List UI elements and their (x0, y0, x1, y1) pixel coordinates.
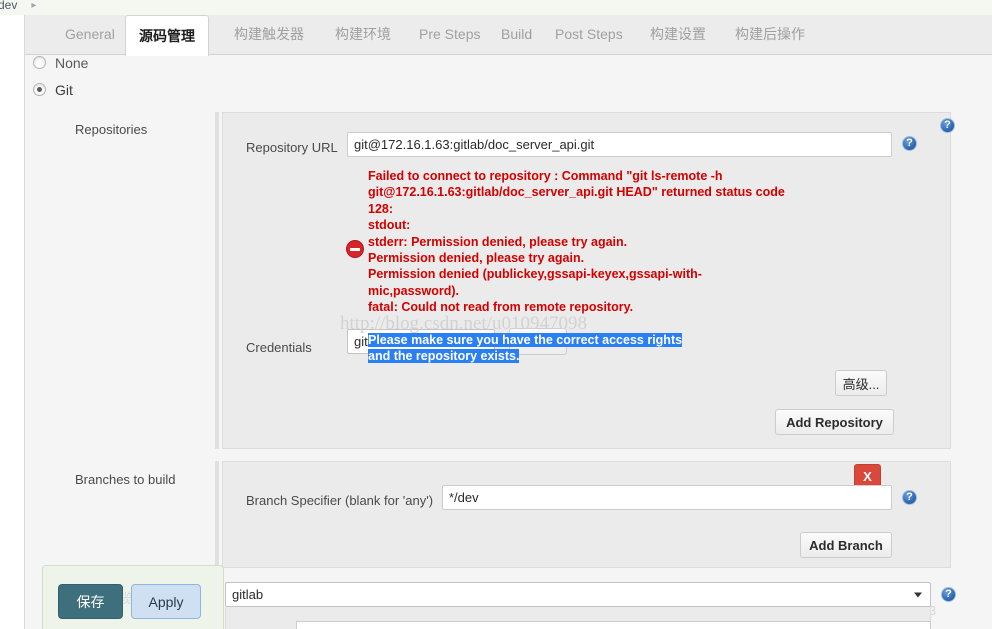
tab-build-triggers[interactable]: 构建触发器 (221, 15, 317, 54)
branches-section-divider (215, 461, 219, 568)
scm-radio-git[interactable]: Git (33, 76, 233, 103)
repository-error-message: Failed to connect to repository : Comman… (368, 168, 788, 364)
branch-specifier-help-icon[interactable]: ? (902, 490, 917, 505)
error-line: stdout: (368, 218, 411, 233)
add-branch-button[interactable]: Add Branch (800, 532, 892, 558)
bottom-help-icon[interactable]: ? (941, 587, 956, 602)
error-line: stderr: Permission denied, please try ag… (368, 234, 628, 249)
repositories-help-icon[interactable]: ? (940, 118, 955, 133)
advanced-button[interactable]: 高级... (835, 370, 887, 396)
save-button[interactable]: 保存 (58, 584, 123, 619)
chevron-right-icon[interactable]: ▸ (31, 0, 36, 11)
branch-specifier-label: Branch Specifier (blank for 'any') (246, 493, 434, 508)
tab-build[interactable]: Build (488, 15, 545, 54)
error-line: Failed to connect to repository : Comman… (368, 169, 723, 183)
tab-build-environment[interactable]: 构建环境 (322, 15, 404, 54)
tab-build-settings[interactable]: 构建设置 (637, 15, 719, 54)
scm-radio-none-label: None (55, 54, 89, 71)
tab-post-build-actions[interactable]: 构建后操作 (722, 15, 818, 54)
breadcrumb: dev ▸ (0, 0, 992, 16)
branch-specifier-input[interactable] (442, 485, 892, 510)
radio-icon (33, 56, 46, 69)
left-rail (0, 15, 24, 629)
error-icon (346, 240, 364, 258)
breadcrumb-item-dev[interactable]: dev (0, 0, 17, 11)
bottom-input-stub[interactable] (296, 621, 931, 629)
error-highlighted-line: Please make sure you have the correct ac… (368, 332, 683, 347)
error-highlighted-line: and the repository exists. (368, 349, 520, 364)
tab-source-code-management[interactable]: 源码管理 (125, 15, 209, 56)
chevron-down-icon (914, 592, 922, 597)
tab-bar: General 源码管理 构建触发器 构建环境 Pre Steps Build … (25, 15, 992, 56)
tab-pre-steps[interactable]: Pre Steps (406, 15, 493, 54)
bottom-credentials-value: gitlab (232, 587, 264, 602)
tab-post-steps[interactable]: Post Steps (542, 15, 636, 54)
branches-section-label: Branches to build (75, 472, 176, 487)
apply-button[interactable]: Apply (131, 584, 201, 619)
add-repository-button[interactable]: Add Repository (775, 409, 894, 435)
repository-url-help-icon[interactable]: ? (902, 136, 917, 151)
error-line: git@172.16.1.63:gitlab/doc_server_api.gi… (368, 185, 785, 216)
bottom-credentials-select[interactable]: gitlab (225, 582, 931, 607)
repository-url-label: Repository URL (246, 140, 338, 155)
repositories-section-divider (215, 112, 219, 449)
error-line: Permission denied (publickey,gssapi-keye… (368, 267, 702, 298)
error-line: fatal: Could not read from remote reposi… (368, 300, 634, 315)
scm-radio-git-label: Git (55, 81, 73, 98)
scm-radio-group[interactable]: None Git (33, 49, 233, 103)
error-line: Permission denied, please try again. (368, 251, 585, 266)
credentials-label: Credentials (246, 340, 312, 355)
repository-url-input[interactable] (347, 132, 892, 157)
radio-selected-icon (33, 83, 46, 96)
save-bar: 览 保存 Apply (42, 565, 224, 629)
tab-general[interactable]: General (52, 15, 128, 54)
repositories-section-label: Repositories (75, 122, 148, 137)
